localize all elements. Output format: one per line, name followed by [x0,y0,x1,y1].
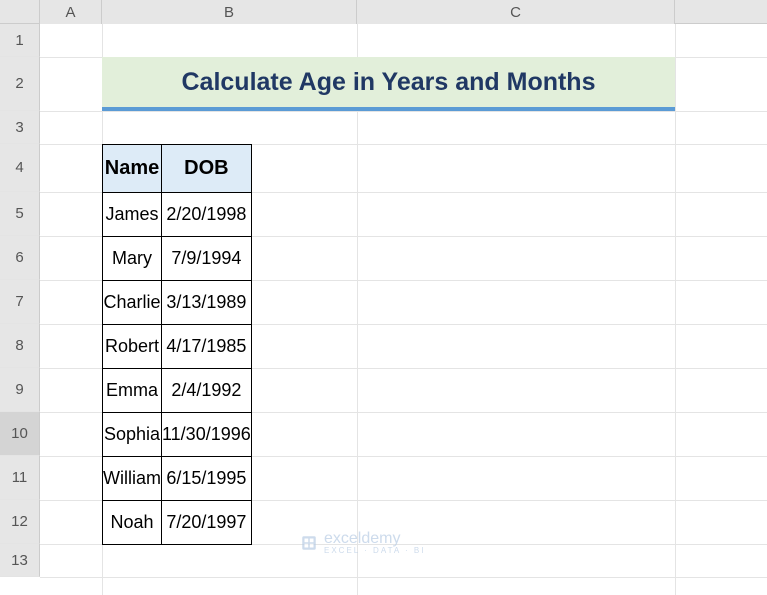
header-name-label: Name [105,157,159,179]
row-header-1[interactable]: 1 [0,24,40,57]
header-name[interactable]: Name [103,145,162,193]
spreadsheet: A B C 12345678910111213 Calculate Age in… [0,0,767,595]
title-text: Calculate Age in Years and Months [181,68,595,97]
cell-name[interactable]: William [103,457,162,501]
table-row: Noah7/20/1997 [103,501,252,545]
row-header-6[interactable]: 6 [0,236,40,280]
watermark-sub: EXCEL · DATA · BI [324,546,425,555]
col-header-B[interactable]: B [102,0,357,24]
col-header-A[interactable]: A [40,0,102,24]
data-table: Name DOB James2/20/1998Mary7/9/1994Charl… [102,144,252,545]
row-header-2[interactable]: 2 [0,57,40,111]
table-body: James2/20/1998Mary7/9/1994Charlie3/13/19… [103,193,252,545]
cell-name[interactable]: Mary [103,237,162,281]
row-header-10[interactable]: 10 [0,412,40,456]
row-header-12[interactable]: 12 [0,500,40,544]
col-header-C[interactable]: C [357,0,675,24]
table-row: Mary7/9/1994 [103,237,252,281]
row-header-9[interactable]: 9 [0,368,40,412]
cell-name[interactable]: Emma [103,369,162,413]
cell-name[interactable]: Sophia [103,413,162,457]
cell-dob[interactable]: 7/9/1994 [162,237,252,281]
row-header-7[interactable]: 7 [0,280,40,324]
cell-name[interactable]: Noah [103,501,162,545]
table-row: William6/15/1995 [103,457,252,501]
row-header-8[interactable]: 8 [0,324,40,368]
cell-dob[interactable]: 6/15/1995 [162,457,252,501]
row-header-3[interactable]: 3 [0,111,40,144]
table-header-row: Name DOB [103,145,252,193]
cell-dob[interactable]: 3/13/1989 [162,281,252,325]
cell-name[interactable]: Charlie [103,281,162,325]
table-row: Emma2/4/1992 [103,369,252,413]
table-row: James2/20/1998 [103,193,252,237]
row-header-4[interactable]: 4 [0,144,40,192]
table-row: Robert4/17/1985 [103,325,252,369]
row-headers: 12345678910111213 [0,24,40,577]
row-header-11[interactable]: 11 [0,456,40,500]
cell-dob[interactable]: 7/20/1997 [162,501,252,545]
cell-name[interactable]: James [103,193,162,237]
header-dob-label: DOB [184,157,228,179]
header-dob[interactable]: DOB [162,145,252,193]
cell-dob[interactable]: 2/4/1992 [162,369,252,413]
watermark: exceldemy EXCEL · DATA · BI [300,530,425,555]
select-all-corner[interactable] [0,0,40,24]
cell-dob[interactable]: 2/20/1998 [162,193,252,237]
watermark-icon [300,534,318,552]
cell-name[interactable]: Robert [103,325,162,369]
title-cell[interactable]: Calculate Age in Years and Months [102,57,675,111]
column-headers: A B C [0,0,767,24]
table-row: Charlie3/13/1989 [103,281,252,325]
table-row: Sophia11/30/1996 [103,413,252,457]
cell-dob[interactable]: 4/17/1985 [162,325,252,369]
cell-dob[interactable]: 11/30/1996 [162,413,252,457]
row-header-13[interactable]: 13 [0,544,40,577]
row-header-5[interactable]: 5 [0,192,40,236]
